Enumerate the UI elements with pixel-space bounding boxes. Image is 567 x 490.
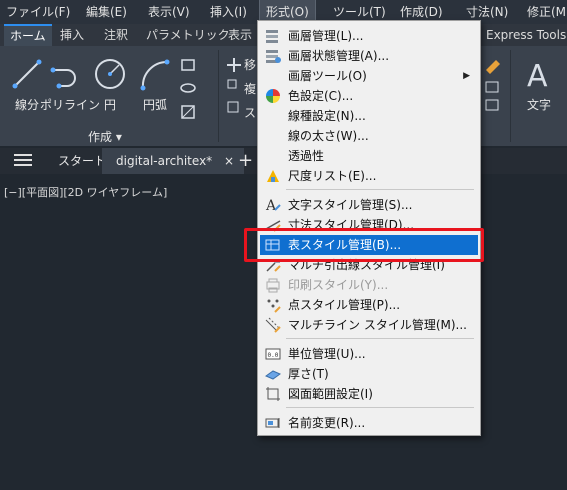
- close-tab-icon[interactable]: ×: [224, 154, 234, 168]
- menu-insert[interactable]: 挿入(I): [210, 0, 247, 24]
- point-style-icon: [267, 299, 281, 313]
- text-style-icon: A: [265, 198, 281, 213]
- menu-view[interactable]: 表示(V): [148, 0, 190, 24]
- svg-text:A: A: [265, 198, 277, 213]
- tab-express-tools[interactable]: Express Tools: [486, 24, 566, 46]
- arc-tool-button[interactable]: 円弧: [128, 56, 182, 113]
- drawing-tab-label: digital-architex*: [116, 154, 213, 168]
- highlight-annotation-box: [244, 228, 484, 262]
- menu-item-color[interactable]: 色設定(C)...: [260, 86, 478, 106]
- menu-separator: [286, 407, 474, 408]
- menu-item-mline-style[interactable]: マルチライン スタイル管理(M)...: [260, 315, 478, 335]
- arc-icon: [140, 59, 170, 91]
- rename-icon: [265, 418, 280, 428]
- plot-style-icon: [266, 278, 280, 293]
- start-tab[interactable]: スタート: [58, 148, 106, 174]
- copy-tool-partial-label: 複: [244, 82, 257, 96]
- draw-panel-title[interactable]: 作成 ▾: [88, 128, 122, 145]
- menu-item-layer-tools[interactable]: 画層ツール(O) ▶: [260, 66, 478, 86]
- menu-separator: [286, 338, 474, 339]
- text-a-icon: A: [527, 59, 548, 92]
- units-icon: 0.0: [265, 348, 281, 360]
- svg-text:A: A: [527, 59, 548, 92]
- ribbon-separator-2: [510, 50, 511, 142]
- menu-item-layer-manager[interactable]: 画層管理(L)...: [260, 26, 478, 46]
- menu-item-transparency[interactable]: 透過性: [260, 146, 478, 166]
- menu-item-rename[interactable]: 名前変更(R)...: [260, 413, 478, 433]
- new-tab-button[interactable]: +: [238, 148, 253, 174]
- text-tool-button[interactable]: A 文字: [512, 56, 566, 113]
- annotation-small-icons[interactable]: [484, 56, 502, 116]
- tab-home[interactable]: ホーム: [4, 24, 52, 46]
- menu-modify[interactable]: 修正(M: [527, 0, 566, 24]
- submenu-arrow-icon: ▶: [463, 71, 470, 81]
- tab-annotate[interactable]: 注釈: [104, 24, 128, 46]
- menu-item-lineweight[interactable]: 線の太さ(W)...: [260, 126, 478, 146]
- menu-item-thickness[interactable]: 厚さ(T): [260, 364, 478, 384]
- modify-tools-icons[interactable]: [226, 58, 242, 118]
- stretch-tool-partial-label: ス: [244, 106, 257, 120]
- svg-text:0.0: 0.0: [268, 352, 279, 359]
- drawing-tab[interactable]: digital-architex* ×: [102, 148, 245, 174]
- menu-file[interactable]: ファイル(F): [6, 0, 70, 24]
- tab-parametric[interactable]: パラメトリック: [146, 24, 230, 46]
- thickness-icon: [265, 370, 281, 380]
- menu-item-linetype[interactable]: 線種設定(N)...: [260, 106, 478, 126]
- tab-insert[interactable]: 挿入: [60, 24, 84, 46]
- arc-tool-label: 円弧: [142, 98, 167, 112]
- circle-icon: [95, 59, 125, 89]
- layer-manager-icon: [266, 30, 278, 43]
- menu-separator: [286, 189, 474, 190]
- layer-state-icon: [266, 50, 281, 63]
- limits-icon: [266, 387, 280, 401]
- tab-view[interactable]: 表示: [228, 24, 252, 46]
- text-tool-label: 文字: [526, 98, 551, 112]
- menu-item-point-style[interactable]: 点スタイル管理(P)...: [260, 295, 478, 315]
- menu-item-plot-style[interactable]: 印刷スタイル(Y)...: [260, 275, 478, 295]
- viewport-controls-label[interactable]: [−][平面図][2D ワイヤフレーム]: [4, 184, 167, 200]
- menu-item-layer-state[interactable]: 画層状態管理(A)...: [260, 46, 478, 66]
- menu-item-drawing-limits[interactable]: 図面範囲設定(I): [260, 384, 478, 404]
- small-draw-tools-icons[interactable]: [180, 58, 210, 124]
- menu-item-units[interactable]: 0.0 単位管理(U)...: [260, 344, 478, 364]
- menu-item-scale-list[interactable]: 尺度リスト(E)...: [260, 166, 478, 186]
- menu-edit[interactable]: 編集(E): [86, 0, 127, 24]
- polyline-icon: [50, 67, 76, 89]
- move-tool-partial-label: 移: [244, 58, 257, 72]
- hamburger-menu-icon[interactable]: [14, 152, 32, 171]
- mline-style-icon: [265, 317, 281, 333]
- color-wheel-icon: [266, 89, 280, 103]
- menu-item-text-style[interactable]: A 文字スタイル管理(S)...: [260, 195, 478, 215]
- scale-list-icon: [267, 170, 279, 182]
- ribbon-separator: [218, 50, 219, 142]
